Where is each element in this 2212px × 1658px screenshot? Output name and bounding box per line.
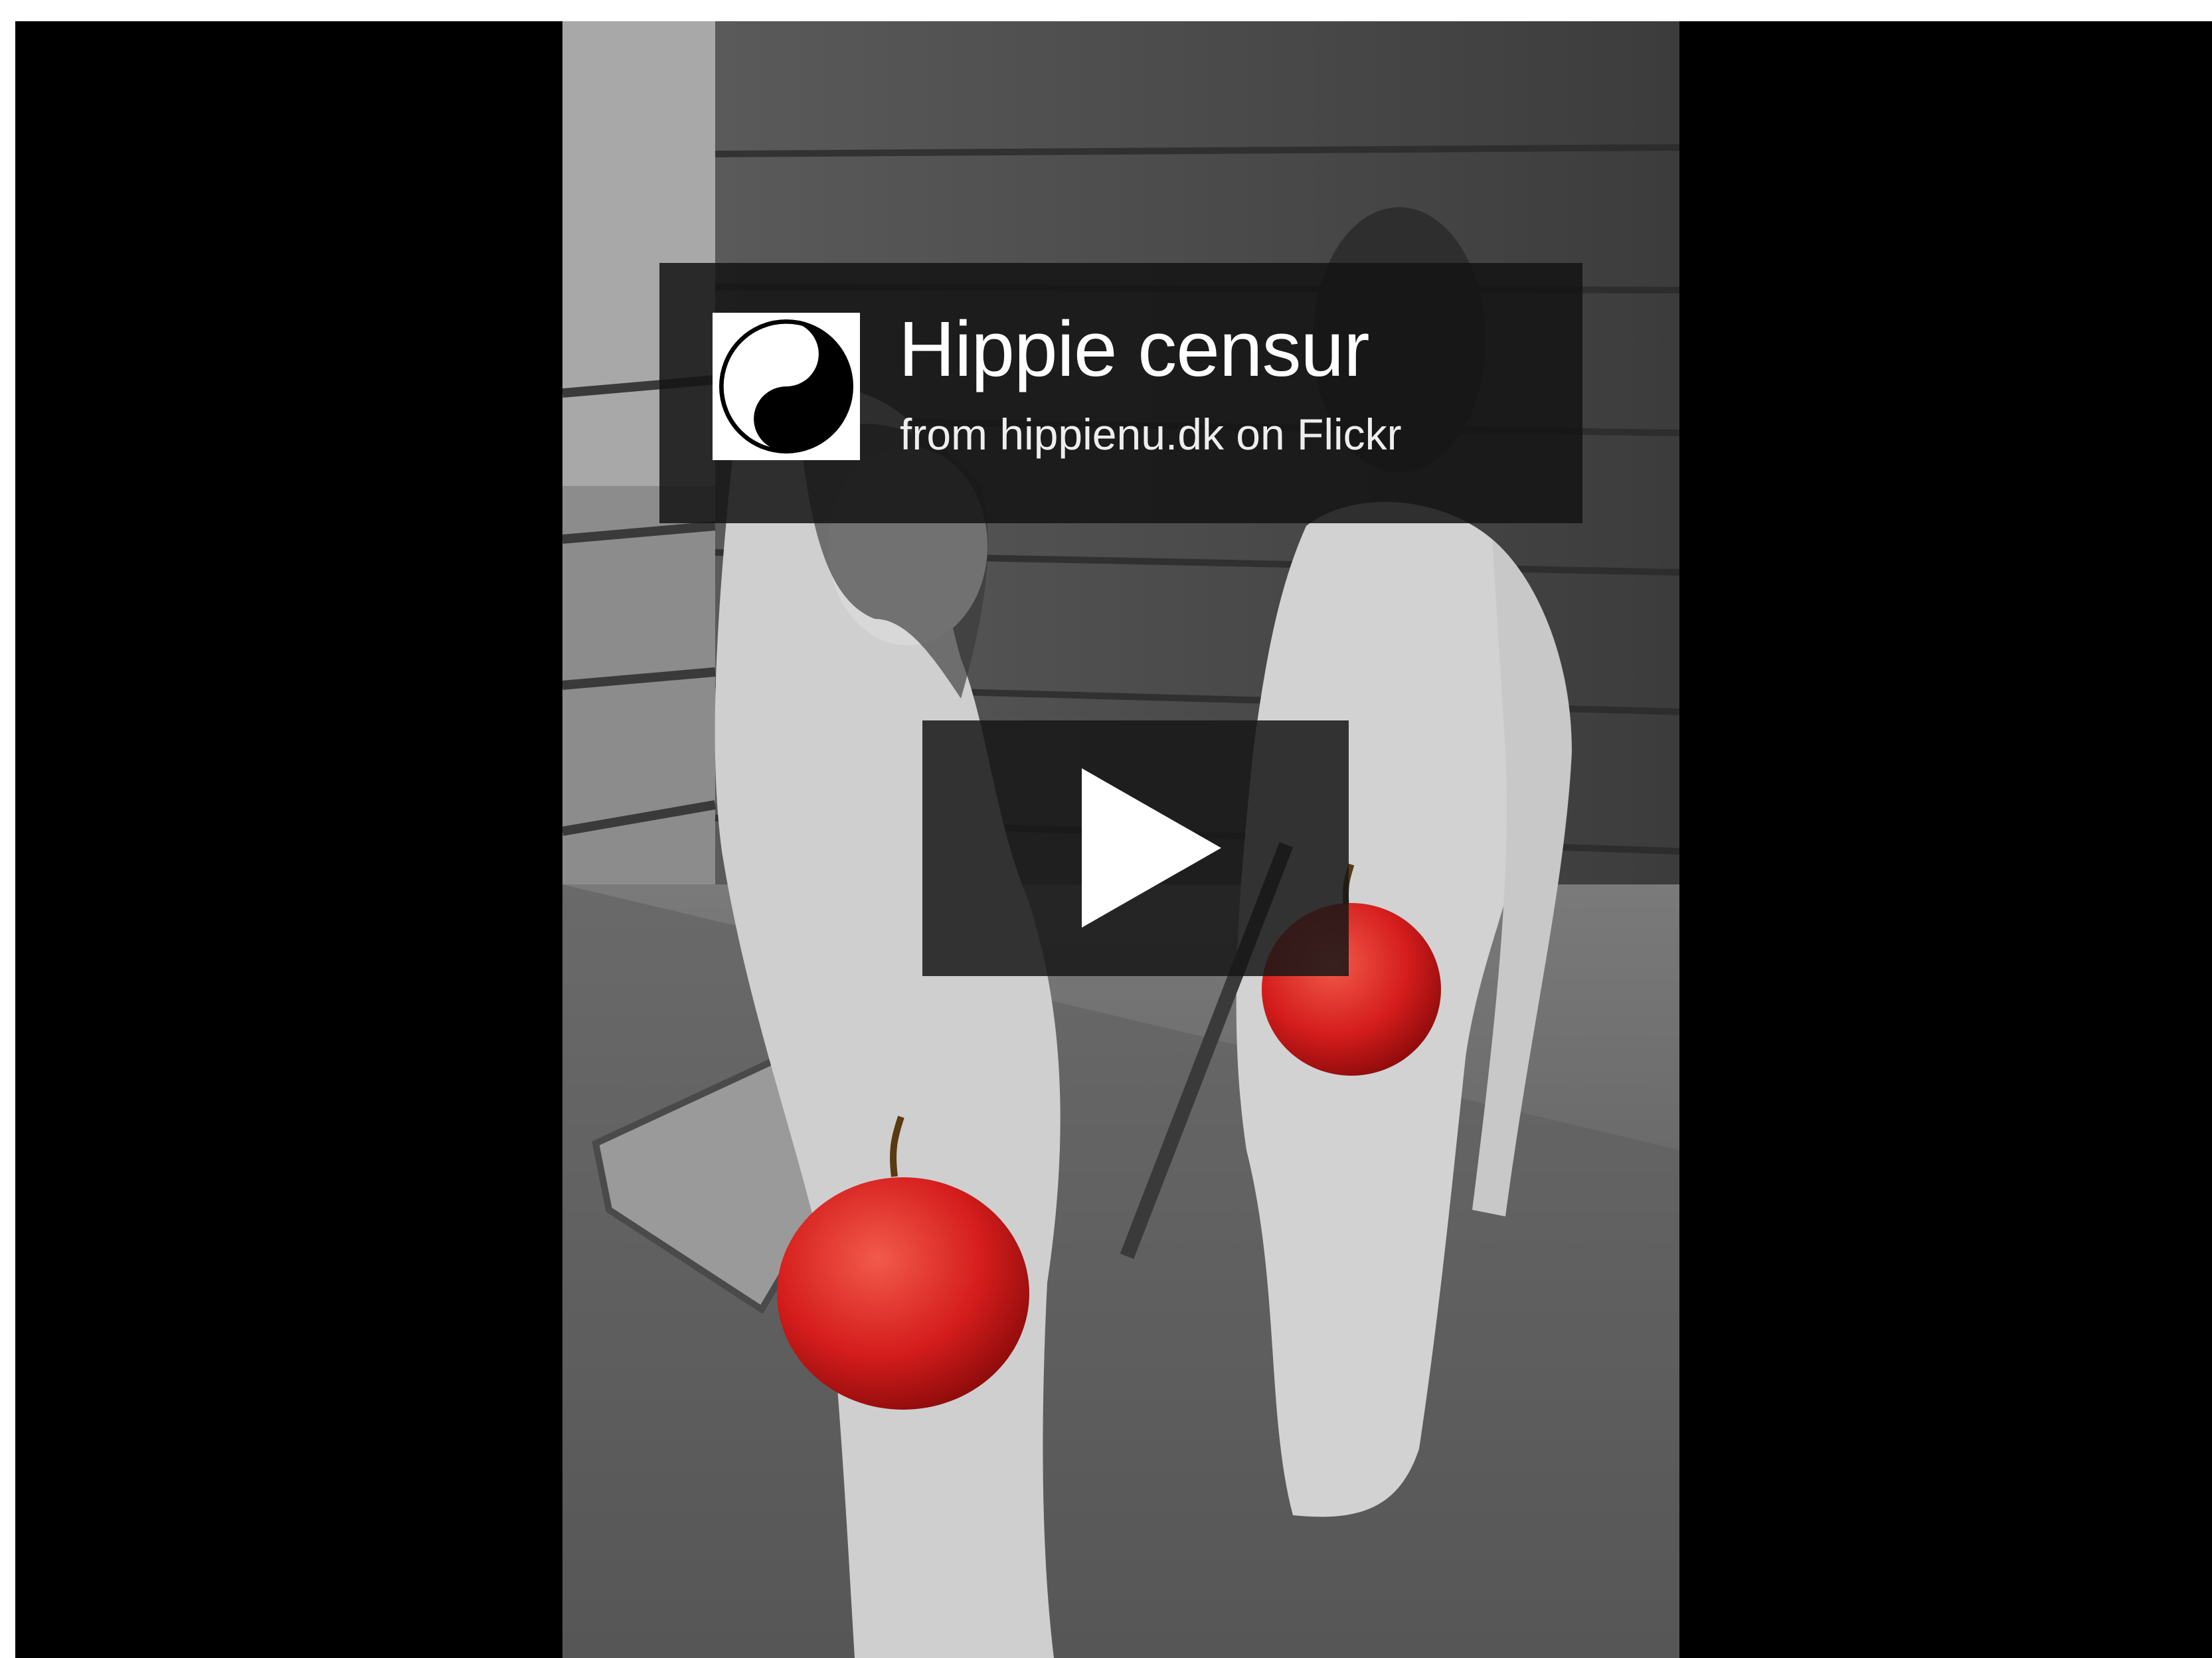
- video-player[interactable]: Hippie censur from hippienu.dk on Flickr: [15, 21, 2212, 1658]
- video-title[interactable]: Hippie censur: [898, 303, 1369, 396]
- play-button[interactable]: [922, 720, 1349, 976]
- play-icon: [1082, 768, 1221, 928]
- yin-yang-icon[interactable]: [713, 313, 860, 460]
- video-info-overlay: Hippie censur from hippienu.dk on Flickr: [659, 263, 1582, 523]
- video-source[interactable]: from hippienu.dk on Flickr: [900, 408, 1402, 461]
